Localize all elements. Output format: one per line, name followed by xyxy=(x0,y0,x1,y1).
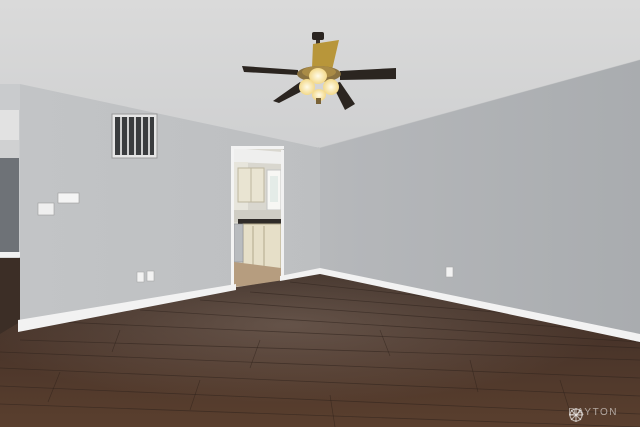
kitchen-upper-cabinet xyxy=(237,167,265,203)
hallway-opening xyxy=(0,84,20,334)
kitchen-countertop xyxy=(238,219,282,224)
wall-outlet xyxy=(136,271,145,283)
wall-outlet xyxy=(445,266,454,278)
wall-outlet xyxy=(146,270,155,282)
kitchen-lower-cabinets xyxy=(242,223,282,270)
thermostat xyxy=(57,192,80,204)
watermark: DAYTON xyxy=(568,407,618,422)
air-vent xyxy=(111,113,158,159)
watermark-logo-icon xyxy=(569,408,584,422)
kitchen-window xyxy=(266,169,282,211)
room-photo: DAYTON xyxy=(0,0,640,427)
dishwasher xyxy=(233,223,244,263)
room-scene xyxy=(0,0,640,427)
kitchen-doorway xyxy=(231,146,284,289)
light-switch xyxy=(37,202,55,216)
